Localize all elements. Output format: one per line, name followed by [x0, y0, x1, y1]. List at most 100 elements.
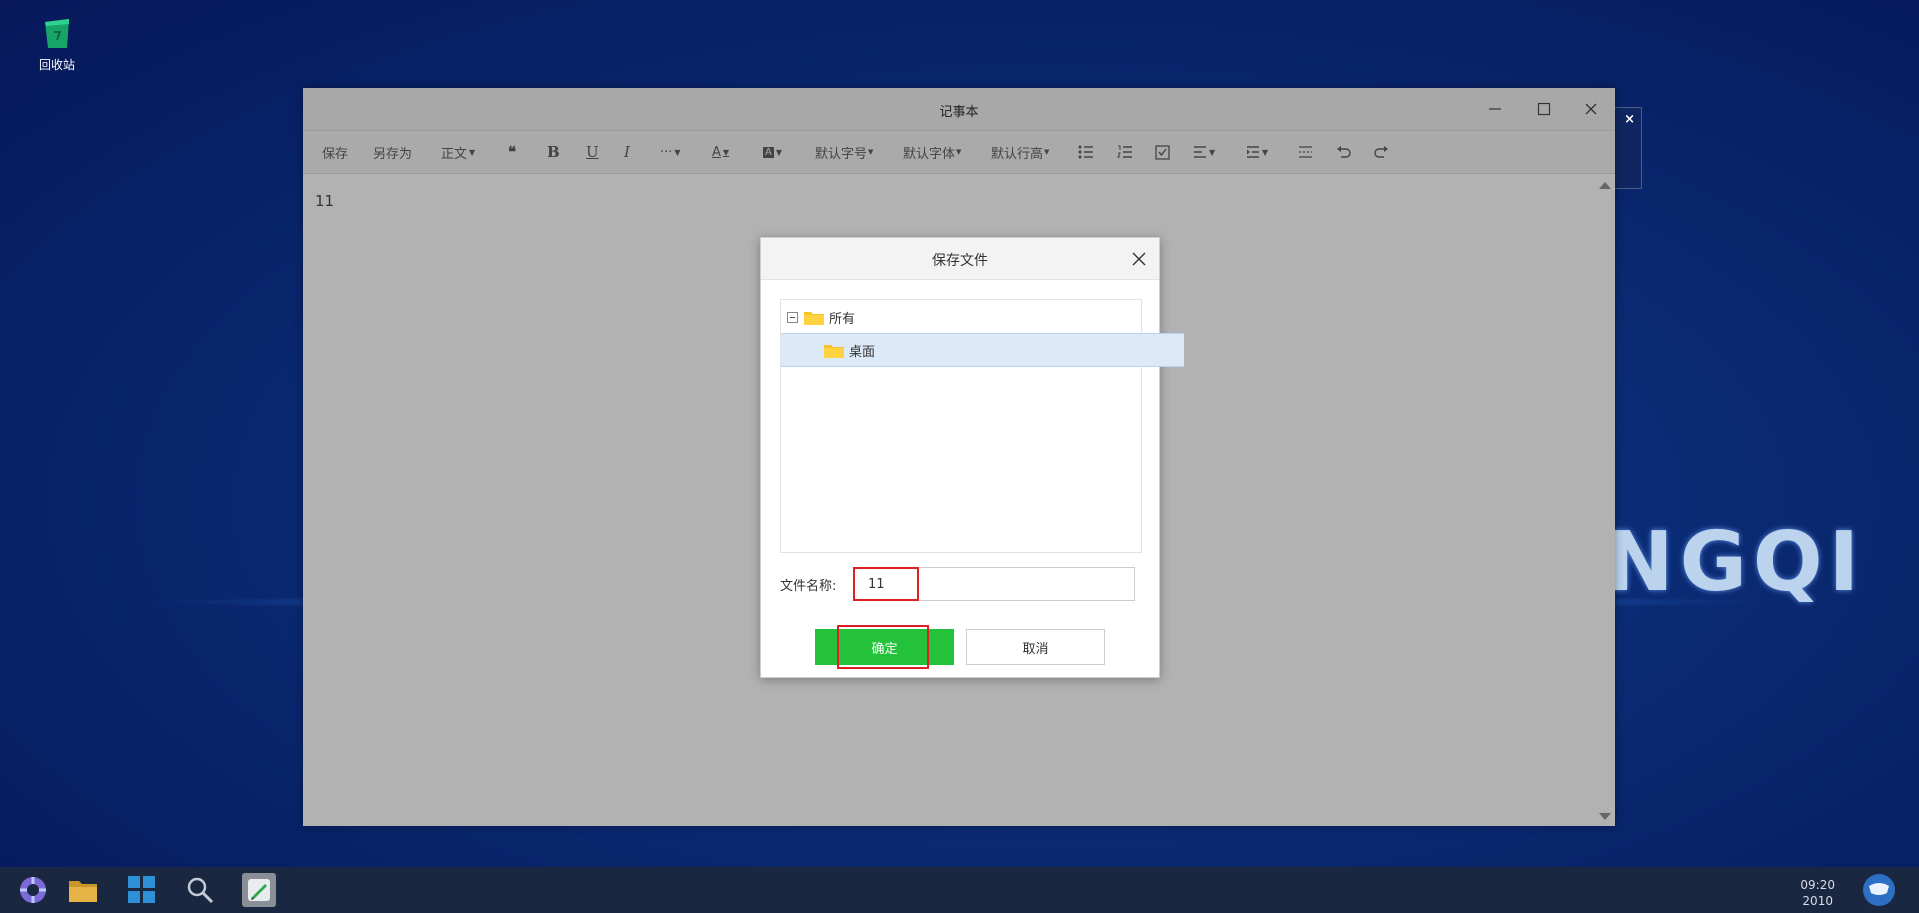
font-size-dropdown[interactable]: 默认字号 ▼ [815, 131, 873, 173]
window-title: 记事本 [939, 105, 979, 120]
caret-down-icon: ▼ [1262, 147, 1269, 157]
desktop-icon-label: 回收站 [38, 58, 75, 72]
apps-grid-icon [128, 876, 155, 903]
highlight-box [853, 567, 919, 601]
close-icon [1132, 252, 1146, 266]
tree-node-desktop[interactable]: 桌面 [781, 333, 1184, 367]
search-icon [187, 877, 214, 904]
checklist-button[interactable] [1155, 131, 1170, 173]
quote-icon: ❝ [508, 143, 517, 161]
italic-button[interactable]: I [624, 131, 630, 173]
title-bar[interactable]: 记事本 [303, 88, 1615, 131]
underline-button[interactable]: U [586, 131, 599, 173]
indent-icon [1247, 146, 1259, 158]
cancel-button[interactable]: 取消 [966, 629, 1105, 665]
notification-button[interactable] [1862, 873, 1896, 907]
caret-down-icon: ▼ [775, 147, 782, 157]
tree-node-all[interactable]: 所有 [781, 301, 1147, 333]
background-color-dropdown[interactable]: A ▼ [763, 131, 782, 173]
folder-icon [69, 881, 97, 902]
bulleted-list-icon [1078, 145, 1093, 159]
dialog-header[interactable]: 保存文件 [761, 238, 1159, 280]
redo-button[interactable] [1374, 131, 1389, 173]
tree-node-label: 桌面 [849, 344, 876, 360]
background-color-icon: A [763, 146, 774, 158]
folder-icon [804, 311, 824, 325]
taskbar: 09:20 2010 [0, 867, 1919, 913]
system-clock[interactable]: 09:20 2010 [1800, 877, 1835, 909]
maximize-button[interactable] [1530, 96, 1558, 122]
close-icon[interactable]: × [1624, 112, 1635, 127]
minimize-icon [1489, 108, 1501, 110]
line-height-dropdown[interactable]: 默认行高 ▼ [991, 131, 1049, 173]
paragraph-style-label: 正文 [441, 146, 468, 162]
folder-tree: 所有 桌面 [780, 299, 1184, 553]
filename-label: 文件名称: [780, 578, 837, 594]
collapse-icon[interactable] [787, 311, 798, 323]
more-icon: ··· [660, 144, 673, 160]
minimize-button[interactable] [1481, 96, 1509, 122]
undo-button[interactable] [1336, 131, 1351, 173]
font-color-icon: A [712, 144, 721, 160]
numbered-list-button[interactable] [1117, 131, 1133, 173]
undo-icon [1337, 146, 1351, 158]
caret-down-icon: ▼ [674, 147, 681, 157]
dialog-close-button[interactable] [1129, 249, 1149, 269]
font-size-label: 默认字号 [815, 146, 868, 162]
save-file-dialog: 保存文件 所有 桌面 文件名称: 确定 取消 [760, 237, 1184, 678]
font-family-dropdown[interactable]: 默认字体 ▼ [903, 131, 961, 173]
redo-icon [1374, 146, 1388, 158]
numbered-list-icon [1117, 145, 1132, 158]
close-window-button[interactable] [1577, 96, 1605, 122]
dialog-title: 保存文件 [932, 253, 988, 269]
search-button[interactable] [183, 873, 217, 907]
align-dropdown[interactable]: ▼ [1193, 131, 1215, 173]
file-manager-button[interactable] [66, 873, 100, 907]
save-button[interactable]: 保存 [322, 131, 348, 173]
close-icon [1585, 103, 1597, 115]
bold-icon: B [547, 143, 560, 161]
align-left-icon [1194, 146, 1206, 158]
caret-down-icon: ▼ [1209, 147, 1216, 157]
caret-down-icon: ▼ [868, 148, 874, 156]
desktop-icon-recycle-bin[interactable]: 回收站 [30, 16, 84, 73]
checkbox-icon [1155, 144, 1170, 160]
font-color-dropdown[interactable]: A ▼ [712, 131, 729, 173]
caret-down-icon: ▼ [956, 148, 962, 156]
notepad-icon [248, 879, 270, 901]
editor-toolbar: 保存 另存为 正文 ▼ ❝ B U I ··· ▼ A ▼ A ▼ 默认字号 ▼… [303, 131, 1615, 174]
folder-icon [824, 344, 844, 358]
quote-button[interactable]: ❝ [508, 131, 516, 173]
save-as-button[interactable]: 另存为 [373, 131, 412, 173]
brand-watermark: NGQI [1605, 515, 1866, 610]
start-icon [20, 877, 46, 903]
clock-date: 2010 [1802, 894, 1833, 908]
line-height-label: 默认行高 [991, 146, 1044, 162]
start-menu-button[interactable] [16, 873, 50, 907]
maximize-icon [1537, 102, 1551, 116]
paragraph-style-dropdown[interactable]: 正文 ▼ [441, 131, 475, 173]
more-formats-dropdown[interactable]: ··· ▼ [660, 131, 681, 173]
editor-content[interactable]: 11 [315, 192, 334, 210]
divider-button[interactable] [1298, 131, 1313, 173]
scroll-up-arrow[interactable] [1599, 182, 1611, 189]
clock-time: 09:20 [1800, 878, 1835, 892]
recycle-bin-icon [42, 16, 72, 50]
scroll-down-arrow[interactable] [1599, 813, 1611, 820]
font-family-label: 默认字体 [903, 146, 956, 162]
horizontal-rule-icon [1299, 146, 1312, 158]
italic-icon: I [624, 143, 630, 161]
app-store-button[interactable] [125, 873, 159, 907]
caret-down-icon: ▼ [469, 147, 476, 157]
filename-row: 文件名称: [780, 566, 1140, 602]
chat-bubble-icon [1863, 874, 1895, 906]
underline-icon: U [586, 143, 599, 161]
bold-button[interactable]: B [547, 131, 560, 173]
highlight-box [837, 625, 929, 669]
indent-dropdown[interactable]: ▼ [1246, 131, 1268, 173]
notepad-taskbar-button[interactable] [242, 873, 276, 907]
tree-node-label: 所有 [829, 311, 856, 327]
bulleted-list-button[interactable] [1078, 131, 1094, 173]
caret-down-icon: ▼ [1044, 148, 1050, 156]
caret-down-icon: ▼ [722, 147, 730, 157]
